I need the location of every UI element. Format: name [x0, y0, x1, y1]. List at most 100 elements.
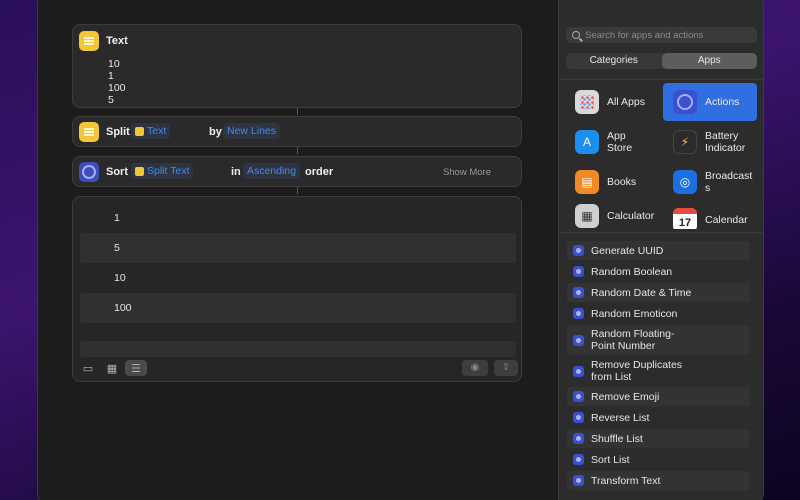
- action-item-remove-emoji[interactable]: Remove Emoji: [567, 387, 750, 406]
- sort-action-icon: [79, 162, 99, 182]
- text-line: 1: [108, 70, 114, 82]
- search-icon: [572, 31, 580, 39]
- action-library-sidebar: Categories Apps All Apps Actions A App S…: [558, 0, 763, 500]
- action-icon: [573, 287, 584, 298]
- sort-action-title: Sort: [106, 166, 128, 178]
- action-icon: [573, 475, 584, 486]
- sort-action-card[interactable]: Sort Split Text in Ascending order Show …: [72, 156, 522, 187]
- shortcuts-window: Text 10 1 100 5 Split Text by New Lines …: [37, 0, 764, 500]
- action-icon: [573, 334, 584, 346]
- result-row: [80, 341, 516, 357]
- app-item-calculator[interactable]: ▦ Calculator: [565, 197, 659, 229]
- app-item-label: All Apps: [607, 96, 645, 108]
- action-icon: [573, 266, 584, 277]
- action-item-generate-uuid[interactable]: Generate UUID: [567, 241, 750, 260]
- app-item-label: Battery Indicator: [705, 130, 746, 154]
- tab-categories[interactable]: Categories: [566, 53, 662, 69]
- show-more-button[interactable]: Show More: [443, 167, 491, 178]
- app-item-calendar[interactable]: 17 Calendar: [663, 201, 757, 229]
- action-connector: [297, 147, 298, 154]
- action-item-label: Remove Duplicates from List: [591, 359, 683, 383]
- split-separator-token[interactable]: New Lines: [223, 123, 281, 139]
- editor-pane: Text 10 1 100 5 Split Text by New Lines …: [38, 0, 558, 500]
- app-store-icon: A: [575, 130, 599, 154]
- result-row: 5: [80, 233, 516, 263]
- text-action-content[interactable]: 10 1 100 5: [108, 58, 126, 106]
- action-item-random-boolean[interactable]: Random Boolean: [567, 262, 750, 281]
- result-preview: 1 5 10 100 ▭ ▦ ☰ ◉ ⇪: [72, 196, 522, 382]
- app-item-label: Broadcasts: [705, 170, 753, 194]
- app-item-books[interactable]: ▤ Books: [565, 163, 659, 201]
- app-item-broadcasts[interactable]: ◎ Broadcasts: [663, 163, 757, 201]
- action-item-label: Random Boolean: [591, 265, 673, 278]
- action-item-label: Remove Emoji: [591, 390, 660, 403]
- text-action-icon: [79, 31, 99, 51]
- app-item-all-apps[interactable]: All Apps: [565, 83, 659, 121]
- actions-list: Generate UUID Random Boolean Random Date…: [559, 232, 763, 500]
- share-icon[interactable]: ⇪: [494, 360, 518, 376]
- split-input-token[interactable]: Text: [131, 123, 171, 139]
- text-action-title: Text: [106, 35, 128, 47]
- calendar-icon: 17: [673, 208, 697, 229]
- all-apps-icon: [575, 90, 599, 114]
- action-item-sort-list[interactable]: Sort List: [567, 450, 750, 469]
- app-item-battery-indicator[interactable]: ⚡ Battery Indicator: [663, 123, 757, 161]
- text-line: 100: [108, 82, 126, 94]
- split-action-icon: [79, 122, 99, 142]
- action-item-label: Shuffle List: [591, 432, 643, 445]
- split-action-card[interactable]: Split Text by New Lines: [72, 116, 522, 147]
- broadcasts-icon: ◎: [673, 170, 697, 194]
- text-variable-icon: [135, 126, 144, 136]
- search-input[interactable]: [585, 29, 745, 41]
- result-row: 100: [80, 293, 516, 323]
- app-item-label: Calculator: [607, 210, 655, 222]
- action-icon: [573, 391, 584, 402]
- action-item-label: Random Floating-Point Number: [591, 328, 675, 352]
- action-item-reverse-list[interactable]: Reverse List: [567, 408, 750, 427]
- sort-order-label: order: [305, 166, 334, 178]
- action-item-transform-text[interactable]: Transform Text: [567, 471, 750, 490]
- search-field[interactable]: [566, 27, 757, 43]
- battery-icon: ⚡: [673, 130, 697, 154]
- single-view-icon[interactable]: ▭: [77, 360, 99, 376]
- actions-icon: [673, 90, 697, 114]
- action-item-label: Sort List: [591, 453, 630, 466]
- action-item-remove-duplicates[interactable]: Remove Duplicates from List: [567, 356, 750, 386]
- action-item-label: Random Date & Time: [591, 286, 692, 299]
- action-icon: [573, 433, 584, 444]
- sort-in-label: in: [231, 166, 241, 178]
- action-icon: [573, 365, 584, 377]
- action-icon: [573, 412, 584, 423]
- text-action-card[interactable]: Text 10 1 100 5: [72, 24, 522, 108]
- result-row: 10: [114, 272, 126, 284]
- action-icon: [573, 454, 584, 465]
- result-toolbar: ▭ ▦ ☰ ◉ ⇪: [73, 357, 521, 381]
- sort-input-token-label: Split Text: [147, 165, 190, 177]
- sort-input-token[interactable]: Split Text: [131, 163, 194, 179]
- grid-view-icon[interactable]: ▦: [101, 360, 123, 376]
- calculator-icon: ▦: [575, 204, 599, 228]
- text-line: 10: [108, 58, 120, 70]
- action-item-random-date-time[interactable]: Random Date & Time: [567, 283, 750, 302]
- action-connector: [297, 187, 298, 194]
- list-view-icon[interactable]: ☰: [125, 360, 147, 376]
- app-item-label: Actions: [705, 96, 740, 108]
- action-item-label: Random Emoticon: [591, 307, 678, 320]
- action-item-random-floating-point[interactable]: Random Floating-Point Number: [567, 325, 750, 355]
- calendar-day: 17: [678, 217, 692, 229]
- quick-look-icon[interactable]: ◉: [462, 360, 488, 376]
- app-item-app-store[interactable]: A App Store: [565, 123, 659, 161]
- app-item-label: Calendar: [705, 214, 748, 226]
- app-item-label: App Store: [607, 130, 633, 154]
- split-input-token-label: Text: [147, 125, 167, 137]
- apps-grid: All Apps Actions A App Store ⚡ Battery I…: [559, 79, 763, 229]
- books-icon: ▤: [575, 170, 599, 194]
- app-item-actions[interactable]: Actions: [663, 83, 757, 121]
- action-icon: [573, 308, 584, 319]
- action-item-shuffle-list[interactable]: Shuffle List: [567, 429, 750, 448]
- tab-apps[interactable]: Apps: [661, 53, 757, 69]
- action-icon: [573, 245, 584, 256]
- action-item-random-emoticon[interactable]: Random Emoticon: [567, 304, 750, 323]
- sort-order-token[interactable]: Ascending: [243, 163, 301, 179]
- library-segmented-control: Categories Apps: [566, 53, 757, 69]
